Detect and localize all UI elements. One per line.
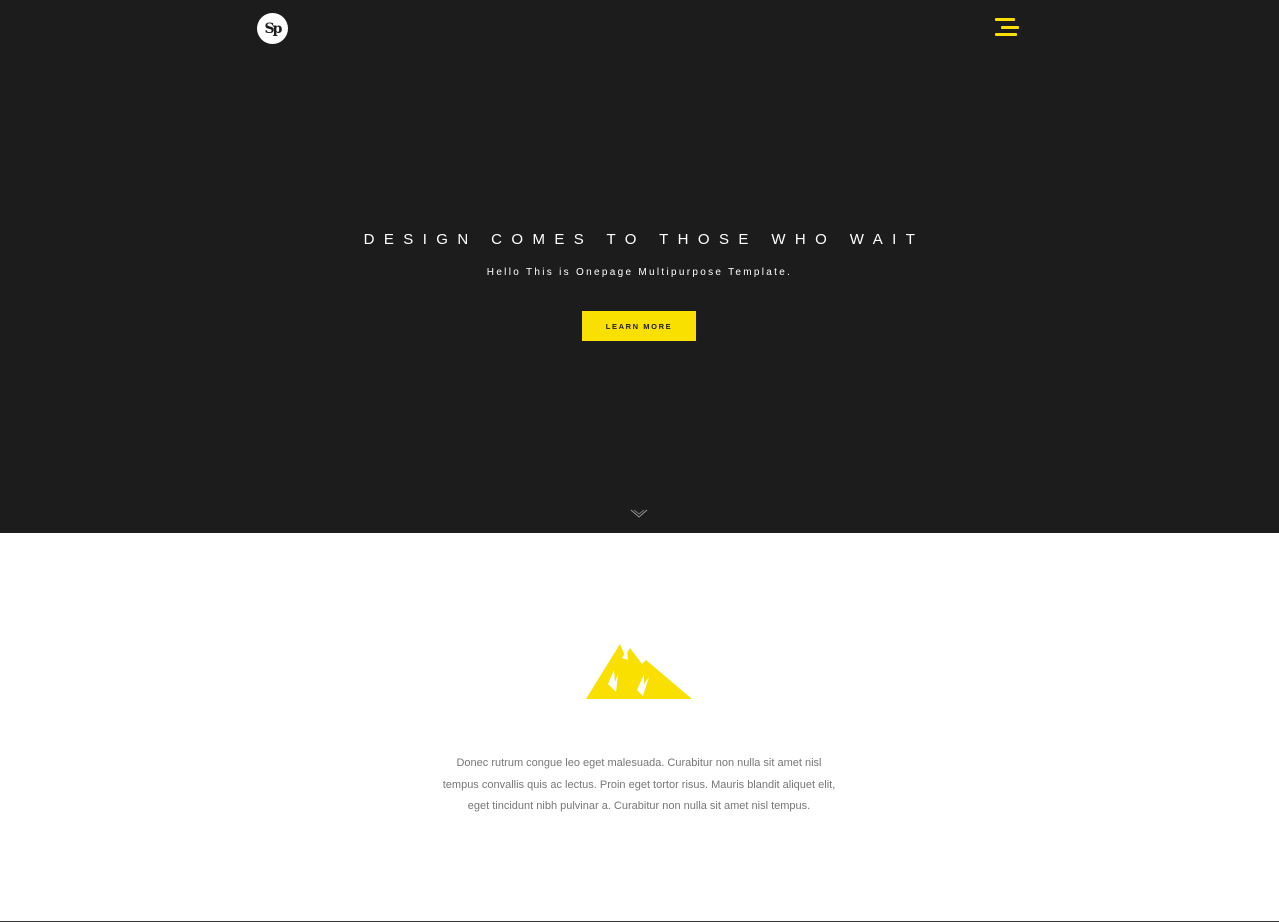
about-section: Donec rutrum congue leo eget malesuada. … xyxy=(0,533,1279,922)
hero-subtitle: Hello This is Onepage Multipurpose Templ… xyxy=(486,267,793,278)
hero-title: DESIGN COMES TO THOSE WHO WAIT xyxy=(363,231,925,248)
mountain-icon xyxy=(586,644,692,699)
learn-more-button[interactable]: LEARN MORE xyxy=(582,311,696,341)
site-logo[interactable]: Sp xyxy=(257,13,288,44)
chevron-down-icon[interactable] xyxy=(630,509,648,519)
hero-section: Sp DESIGN COMES TO THOSE WHO WAIT Hello … xyxy=(0,0,1279,533)
about-paragraph: Donec rutrum congue leo eget malesuada. … xyxy=(442,757,836,812)
hamburger-menu-icon[interactable] xyxy=(993,18,1019,38)
logo-text: Sp xyxy=(264,20,283,37)
